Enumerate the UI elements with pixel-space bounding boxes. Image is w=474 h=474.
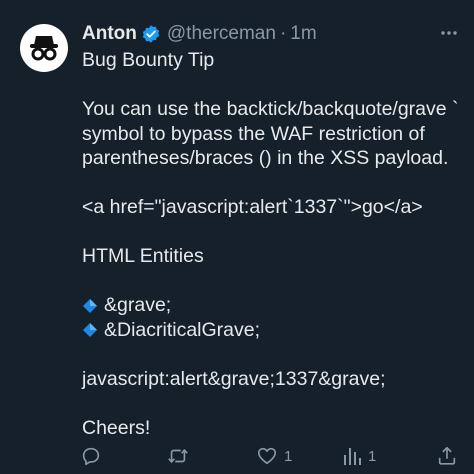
tweet-line: Cheers! [82,416,151,439]
like-button[interactable]: 1 [256,445,292,467]
retweet-button[interactable] [166,445,196,467]
tweet-line: parentheses/braces () in the XSS payload… [82,147,449,169]
tweet[interactable]: Anton @therceman · 1m Bug Bounty Tip You… [0,0,474,474]
like-count: 1 [284,447,293,465]
incognito-icon [30,36,58,61]
bullet-text: &DiacriticalGrave; [104,318,261,341]
tweet-line: symbol to bypass the WAF restriction of [82,122,425,145]
author-name[interactable]: Anton [82,23,137,45]
tweet-line: javascript:alert&grave;1337&grave; [82,367,386,390]
verified-badge-icon [141,24,161,44]
tweet-line: &grave; [82,293,460,318]
tweet-time[interactable]: 1m [290,23,316,45]
blue-diamond-icon [82,322,98,338]
share-icon [438,446,456,465]
reply-icon [82,447,100,466]
tweet-actions: 1 1 [80,444,460,468]
reply-button[interactable] [80,445,108,467]
blue-diamond-icon [82,298,98,314]
more-options-button[interactable] [438,24,460,42]
author-handle[interactable]: @therceman [167,23,276,45]
tweet-line: You can use the backtick/backquote/grave… [82,98,459,120]
avatar[interactable] [20,24,68,72]
header-separator: · [279,23,287,44]
tweet-line: &DiacriticalGrave; [82,318,460,343]
tweet-body: Anton @therceman · 1m Bug Bounty Tip You… [82,22,460,474]
tweet-line: Bug Bounty Tip [82,49,215,71]
tweet-header: Anton @therceman · 1m [82,22,460,46]
more-dots-icon [441,31,457,35]
share-button[interactable] [436,445,458,467]
bullet-text: &grave; [104,294,172,316]
heart-icon [257,447,277,465]
tweet-line: <a href="javascript:alert`1337`">go</a> [82,196,423,218]
views-button[interactable]: 1 [342,445,376,467]
tweet-text: Bug Bounty Tip You can use the backtick/… [82,48,460,440]
views-count: 1 [368,447,377,465]
retweet-icon [168,449,188,463]
views-chart-icon [344,448,361,465]
tweet-line: HTML Entities [82,245,204,267]
